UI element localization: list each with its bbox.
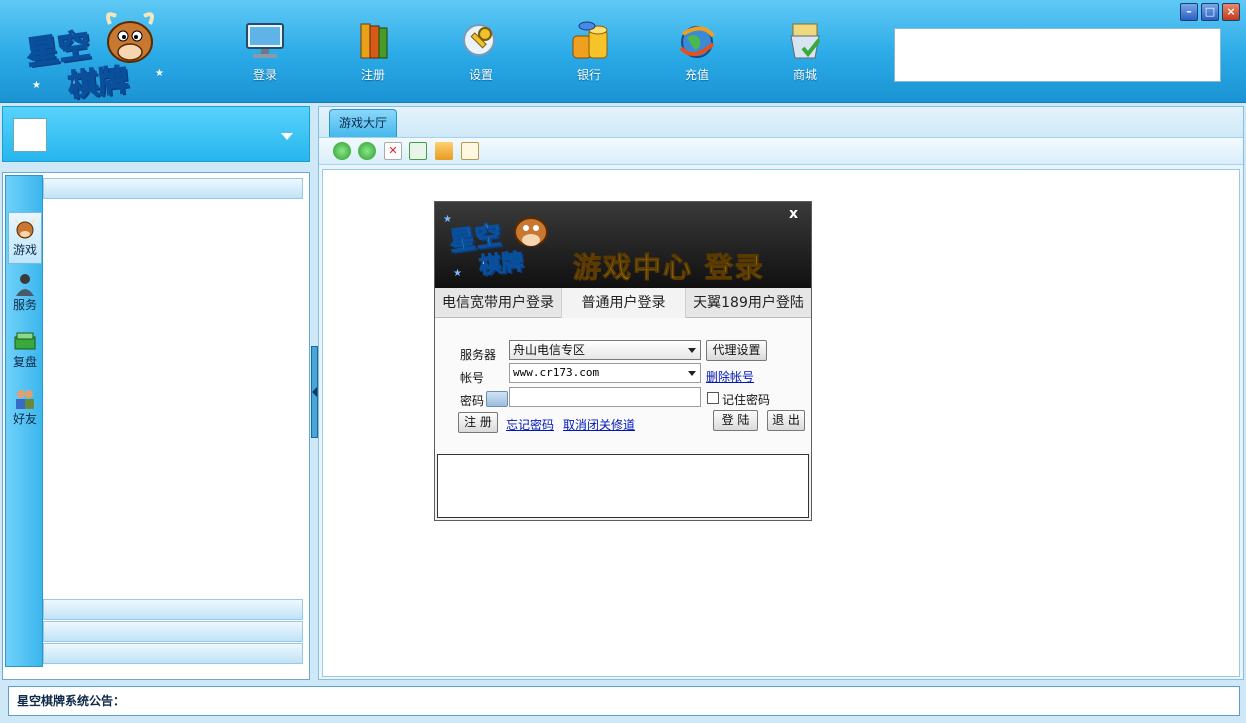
login-type-tabs: 电信宽带用户登录 普通用户登录 天翼189用户登陆 xyxy=(435,288,811,318)
coins-icon xyxy=(565,18,613,64)
minimize-button[interactable]: – xyxy=(1180,3,1198,21)
svg-text:★: ★ xyxy=(155,68,164,79)
dialog-logo-text-2: 棋牌 xyxy=(477,244,524,280)
sidebar-section-bar[interactable] xyxy=(43,621,303,642)
left-panel: 游戏 服务 复盘 好友 xyxy=(2,172,310,680)
sidebar-item-label: 游戏 xyxy=(13,243,37,257)
avatar[interactable] xyxy=(13,118,47,152)
tab-strip: 游戏大厅 xyxy=(319,107,1243,137)
login-toolbar-button[interactable]: 登录 xyxy=(227,18,303,88)
remember-password-checkbox[interactable] xyxy=(707,392,719,404)
tab-tianyi-189[interactable]: 天翼189用户登陆 xyxy=(686,288,811,318)
settings-toolbar-button[interactable]: 设置 xyxy=(443,18,519,88)
server-value: 舟山电信专区 xyxy=(513,343,585,357)
maximize-button[interactable]: □ xyxy=(1201,3,1219,21)
account-value: www.cr173.com xyxy=(513,366,599,379)
toolbar-label: 银行 xyxy=(551,66,627,83)
close-window-button[interactable]: × xyxy=(1222,3,1240,21)
system-notice: 星空棋牌系统公告： xyxy=(8,686,1240,716)
sidebar-item-label: 服务 xyxy=(13,298,37,312)
toolbar-label: 注册 xyxy=(335,66,411,83)
sidebar-section-bar[interactable] xyxy=(43,643,303,664)
sidebar-section-bar[interactable] xyxy=(43,599,303,620)
replay-icon xyxy=(13,329,37,353)
password-input[interactable] xyxy=(509,387,701,407)
cancel-seclusion-link[interactable]: 取消闭关修道 xyxy=(563,416,635,433)
toolbar-label: 商城 xyxy=(767,66,843,83)
stop-icon[interactable]: ✕ xyxy=(384,142,402,160)
login-form: 服务器 舟山电信专区 代理设置 帐号 www.cr173.com 删除帐号 密码… xyxy=(435,318,811,454)
close-icon[interactable]: x xyxy=(789,206,798,222)
back-icon[interactable] xyxy=(333,142,351,160)
server-select[interactable]: 舟山电信专区 xyxy=(509,340,701,360)
login-button[interactable]: 登 陆 xyxy=(713,410,758,431)
account-label: 帐号 xyxy=(460,369,484,386)
service-person-icon xyxy=(13,272,37,296)
sidebar-item-label: 好友 xyxy=(13,412,37,426)
sidebar-list-header xyxy=(43,178,303,199)
dialog-info-area xyxy=(437,454,809,518)
delete-account-link[interactable]: 删除帐号 xyxy=(706,368,754,385)
svg-text:★: ★ xyxy=(32,80,41,91)
home-icon[interactable] xyxy=(435,142,453,160)
globe-icon xyxy=(673,18,721,64)
recharge-toolbar-button[interactable]: 充值 xyxy=(659,18,735,88)
exit-button[interactable]: 退 出 xyxy=(767,410,805,431)
top-toolbar: ★★ 星空 棋牌 登录 注册 设置 银行 充值 xyxy=(0,0,1246,103)
refresh-icon[interactable] xyxy=(409,142,427,160)
login-dialog: ★★ 星空 棋牌 游戏中心 登录 x 电信宽带用户登录 普通用户登录 天翼189… xyxy=(434,201,812,521)
toolbar-label: 登录 xyxy=(227,66,303,83)
notice-bar: 星空棋牌系统公告： xyxy=(2,684,1244,720)
browser-nav-bar: ✕ xyxy=(319,137,1243,165)
sidebar-item-service[interactable]: 服务 xyxy=(8,268,42,320)
toolbar-label: 设置 xyxy=(443,66,519,83)
chevron-down-icon[interactable] xyxy=(281,133,293,140)
app-logo: ★★ 星空 棋牌 xyxy=(20,6,170,98)
user-info-panel xyxy=(2,106,310,162)
remember-password-label: 记住密码 xyxy=(722,391,770,408)
chevron-down-icon[interactable] xyxy=(688,371,696,376)
tab-game-hall[interactable]: 游戏大厅 xyxy=(329,109,397,137)
books-icon xyxy=(349,18,397,64)
sidebar-tabs: 游戏 服务 复盘 好友 xyxy=(5,175,43,667)
account-input[interactable]: www.cr173.com xyxy=(509,363,701,383)
collapse-sidebar-handle[interactable] xyxy=(311,346,318,438)
svg-text:★: ★ xyxy=(453,268,462,279)
chevron-down-icon xyxy=(688,348,696,353)
keyboard-icon[interactable] xyxy=(486,391,508,407)
dialog-banner: ★★ 星空 棋牌 游戏中心 登录 x xyxy=(435,202,811,288)
friends-icon xyxy=(13,386,37,410)
register-button[interactable]: 注 册 xyxy=(458,412,498,433)
forgot-password-link[interactable]: 忘记密码 xyxy=(506,416,554,433)
proxy-settings-button[interactable]: 代理设置 xyxy=(706,340,767,361)
edit-icon[interactable] xyxy=(461,142,479,160)
monitor-icon xyxy=(241,18,289,64)
register-toolbar-button[interactable]: 注册 xyxy=(335,18,411,88)
password-label: 密码 xyxy=(460,392,484,409)
sidebar-item-label: 复盘 xyxy=(13,355,37,369)
tab-normal-user[interactable]: 普通用户登录 xyxy=(562,288,686,318)
tab-telecom-broadband[interactable]: 电信宽带用户登录 xyxy=(435,288,562,318)
shop-basket-icon xyxy=(781,18,829,64)
sidebar-item-games[interactable]: 游戏 xyxy=(8,212,42,264)
server-label: 服务器 xyxy=(460,346,496,363)
toolbar-label: 充值 xyxy=(659,66,735,83)
sidebar-item-friends[interactable]: 好友 xyxy=(8,382,42,434)
advertisement-box xyxy=(894,28,1221,82)
shop-toolbar-button[interactable]: 商城 xyxy=(767,18,843,88)
sidebar-item-replay[interactable]: 复盘 xyxy=(8,325,42,377)
bank-toolbar-button[interactable]: 银行 xyxy=(551,18,627,88)
key-icon xyxy=(457,18,505,64)
dialog-title: 游戏中心 登录 xyxy=(573,246,765,286)
logo-text-2: 棋牌 xyxy=(66,55,130,105)
forward-icon[interactable] xyxy=(358,142,376,160)
cow-icon xyxy=(13,217,37,241)
